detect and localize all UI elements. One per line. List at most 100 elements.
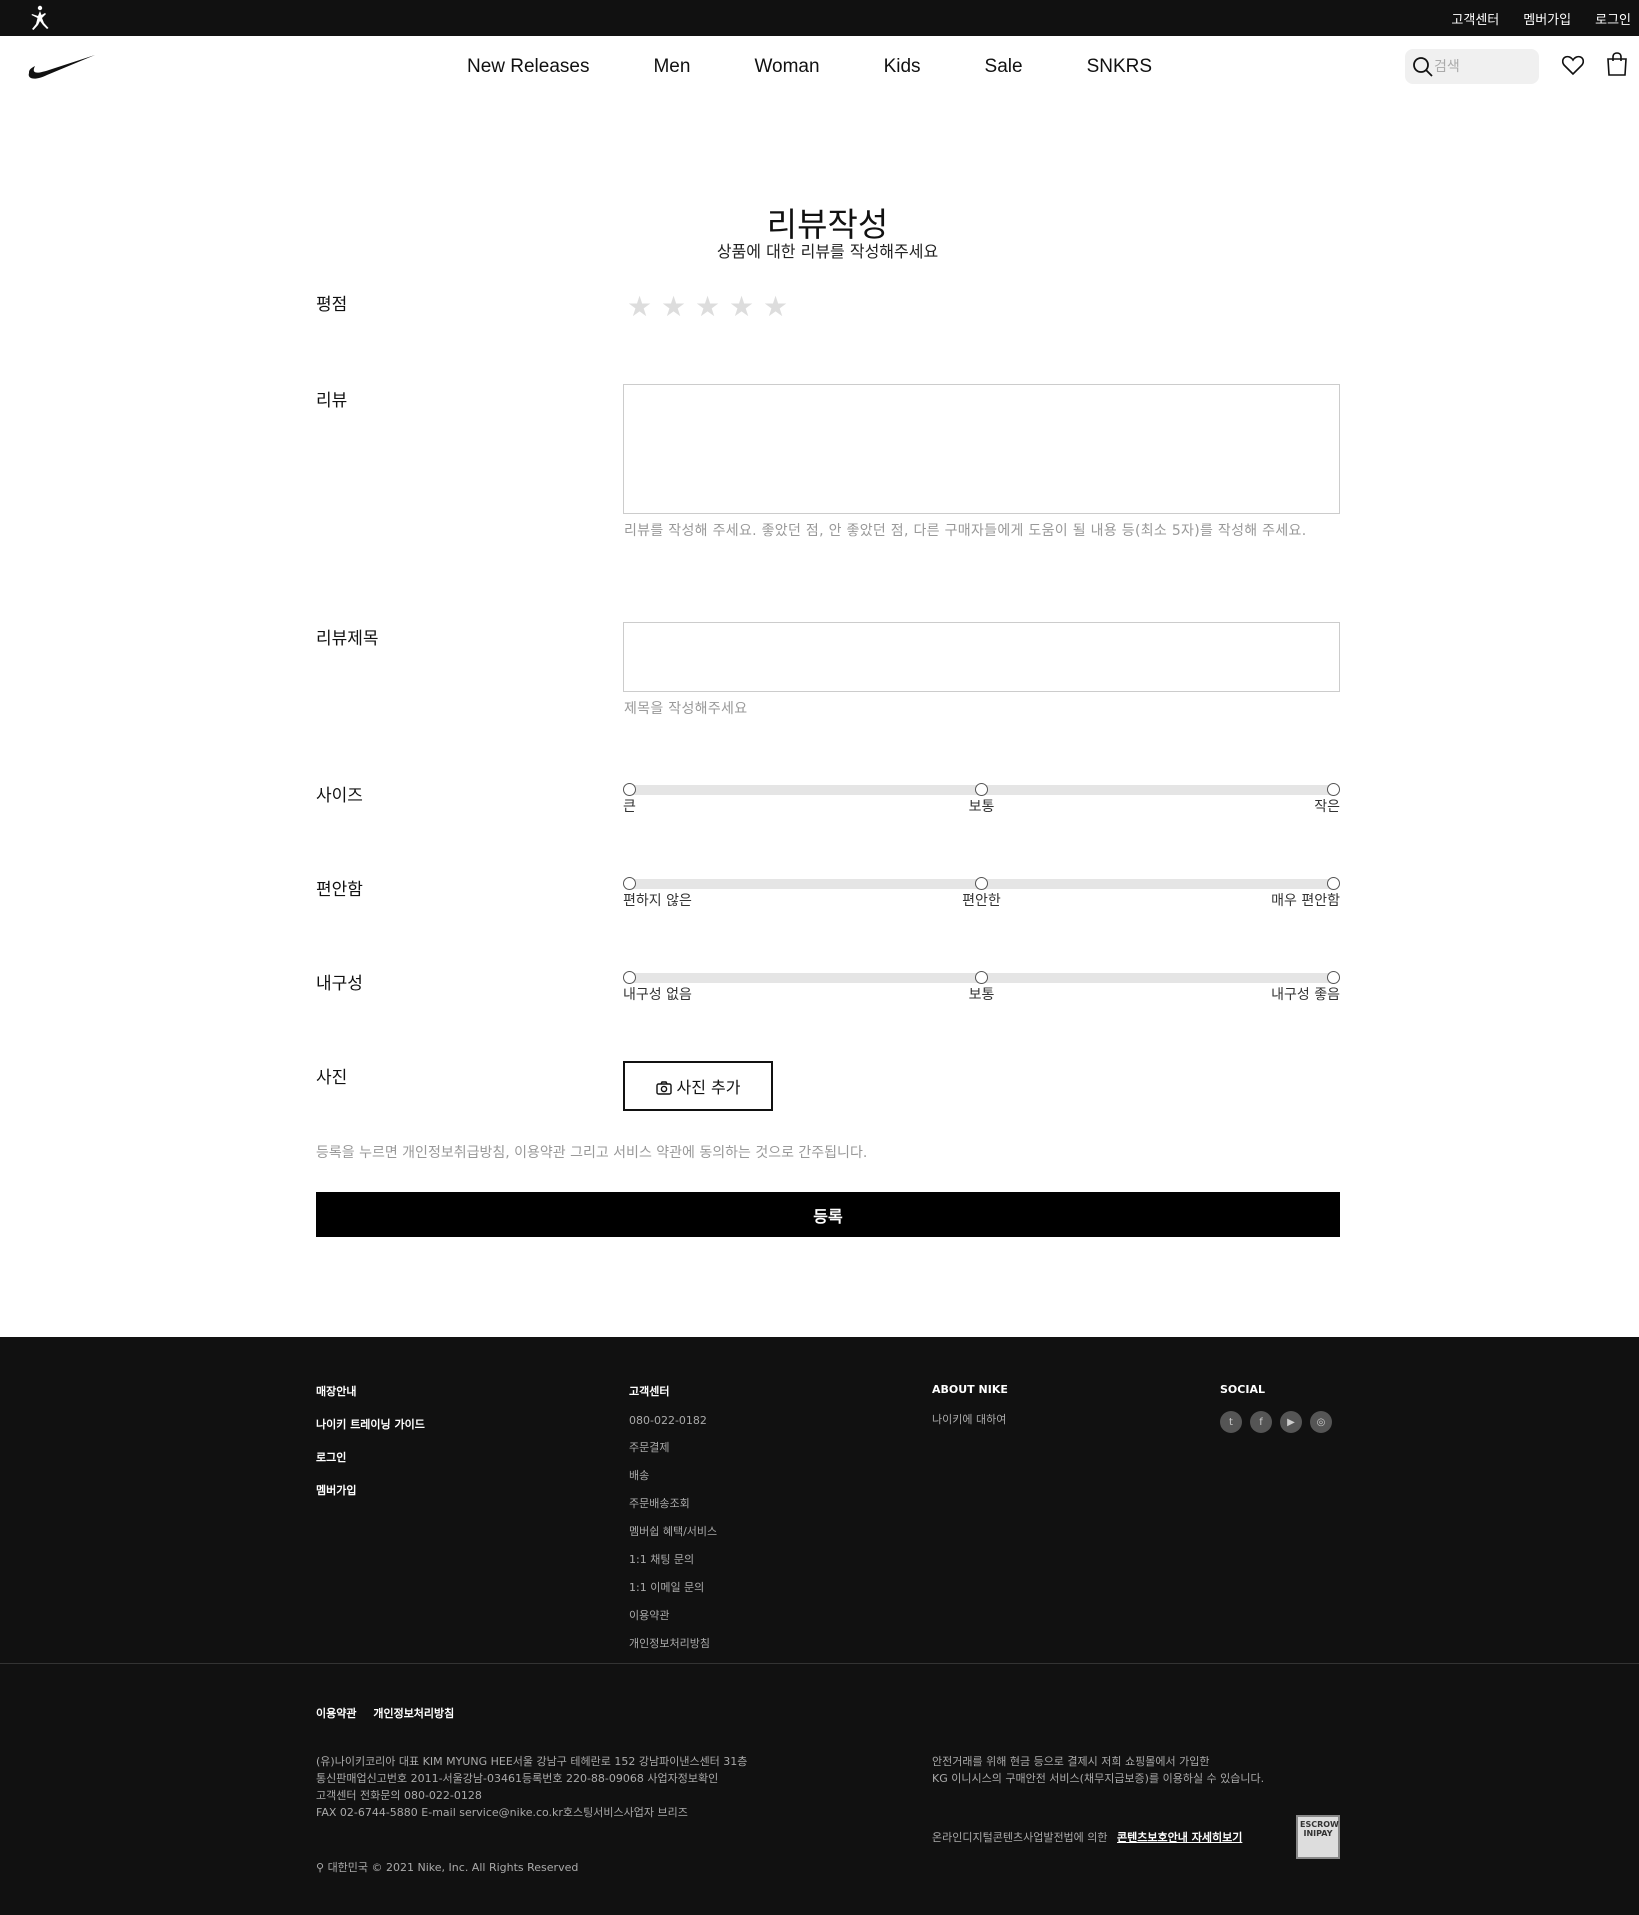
escrow-info: 안전거래를 위해 현금 등으로 결제시 저희 쇼핑몰에서 가입한 KG 이니시스… bbox=[932, 1753, 1264, 1787]
footer-email-link[interactable]: 1:1 이메일 문의 bbox=[629, 1579, 717, 1595]
footer-bottom-privacy-link[interactable]: 개인정보처리방침 bbox=[373, 1707, 454, 1720]
footer-col-social: SOCIAL t f ▶ ◎ bbox=[1220, 1383, 1340, 1433]
review-title-label: 리뷰제목 bbox=[316, 629, 379, 649]
category-menu: New Releases Men Woman Kids Sale SNKRS bbox=[0, 56, 1639, 78]
jordan-logo-icon[interactable] bbox=[26, 4, 54, 32]
main-nav: New Releases Men Woman Kids Sale SNKRS bbox=[0, 36, 1639, 102]
comfort-option-very-comfortable[interactable] bbox=[1327, 877, 1340, 890]
footer-col-customer-center: 고객센터 080-022-0182 주문결제 배송 주문배송조회 멤버쉽 혜택/… bbox=[629, 1383, 717, 1663]
submit-button[interactable]: 등록 bbox=[316, 1192, 1340, 1237]
shopping-bag-icon[interactable] bbox=[1605, 51, 1629, 77]
footer-join-link[interactable]: 멤버가입 bbox=[316, 1482, 425, 1498]
footer-delivery-link[interactable]: 배송 bbox=[629, 1467, 717, 1483]
twitter-icon[interactable]: t bbox=[1220, 1411, 1242, 1433]
durability-option-normal[interactable] bbox=[975, 971, 988, 984]
add-photo-button[interactable]: 사진 추가 bbox=[623, 1061, 773, 1111]
comfort-option-uncomfortable[interactable] bbox=[623, 877, 636, 890]
social-icons: t f ▶ ◎ bbox=[1220, 1411, 1340, 1433]
add-photo-label: 사진 추가 bbox=[676, 1078, 741, 1097]
footer-store-info-link[interactable]: 매장안내 bbox=[316, 1383, 425, 1399]
facebook-icon[interactable]: f bbox=[1250, 1411, 1272, 1433]
durability-option-poor[interactable] bbox=[623, 971, 636, 984]
size-slider[interactable]: 큰 보통 작은 bbox=[623, 779, 1340, 819]
comfort-slider[interactable]: 편하지 않은 편안한 매우 편안함 bbox=[623, 873, 1340, 913]
footer-bottom-links: 이용약관 개인정보처리방침 bbox=[316, 1705, 467, 1721]
star-2-icon[interactable]: ★ bbox=[661, 290, 695, 323]
review-title-input[interactable] bbox=[623, 622, 1340, 692]
login-link[interactable]: 로그인 bbox=[1595, 9, 1631, 28]
menu-new-releases[interactable]: New Releases bbox=[467, 56, 590, 78]
company-info-line: FAX 02-6744-5880 E-mail service@nike.co.… bbox=[316, 1806, 688, 1819]
size-option-small[interactable] bbox=[1327, 783, 1340, 796]
escrow-inipay-badge[interactable]: ESCROW INIPAY bbox=[1296, 1815, 1340, 1859]
camera-icon bbox=[655, 1080, 672, 1095]
star-3-icon[interactable]: ★ bbox=[695, 290, 729, 323]
durability-slider[interactable]: 내구성 없음 보통 내구성 좋음 bbox=[623, 967, 1340, 1007]
copyright-text: 대한민국 © 2021 Nike, Inc. All Rights Reserv… bbox=[327, 1861, 579, 1874]
footer-customer-center-heading: 고객센터 bbox=[629, 1385, 670, 1398]
footer-bottom-terms-link[interactable]: 이용약관 bbox=[316, 1707, 356, 1720]
size-option-normal[interactable] bbox=[975, 783, 988, 796]
star-1-icon[interactable]: ★ bbox=[627, 290, 661, 323]
menu-kids[interactable]: Kids bbox=[884, 56, 921, 78]
page-subtitle: 상품에 대한 리뷰를 작성해주세요 bbox=[716, 242, 939, 261]
youtube-icon[interactable]: ▶ bbox=[1280, 1411, 1302, 1433]
footer-about-nike-link[interactable]: 나이키에 대하여 bbox=[932, 1411, 1008, 1427]
escrow-info-line: 안전거래를 위해 현금 등으로 결제시 저희 쇼핑몰에서 가입한 bbox=[932, 1755, 1210, 1768]
menu-men[interactable]: Men bbox=[653, 56, 690, 78]
size-right-label: 작은 bbox=[1314, 799, 1340, 815]
footer: 매장안내 나이키 트레이닝 가이드 로그인 멤버가입 고객센터 080-022-… bbox=[0, 1337, 1639, 1915]
review-label: 리뷰 bbox=[316, 391, 348, 411]
escrow-info-line: KG 이니시스의 구매안전 서비스(채무지급보증)를 이용하실 수 있습니다. bbox=[932, 1772, 1265, 1785]
terms-agreement-text: 등록을 누르면 개인정보취급방침, 이용약관 그리고 서비스 약관에 동의하는 … bbox=[316, 1145, 868, 1161]
top-utility-bar: 고객센터 멤버가입 로그인 bbox=[0, 0, 1639, 36]
photo-label: 사진 bbox=[316, 1068, 348, 1088]
menu-woman[interactable]: Woman bbox=[754, 56, 819, 78]
search-icon[interactable] bbox=[1412, 56, 1434, 78]
menu-snkrs[interactable]: SNKRS bbox=[1087, 56, 1152, 78]
footer-col-about: ABOUT NIKE 나이키에 대하여 bbox=[932, 1383, 1008, 1439]
wishlist-heart-icon[interactable] bbox=[1561, 53, 1585, 77]
star-5-icon[interactable]: ★ bbox=[763, 290, 797, 323]
instagram-icon[interactable]: ◎ bbox=[1310, 1411, 1332, 1433]
footer-phone-link[interactable]: 080-022-0182 bbox=[629, 1414, 717, 1427]
durability-option-good[interactable] bbox=[1327, 971, 1340, 984]
comfort-right-label: 매우 편안함 bbox=[1271, 893, 1340, 909]
review-title-hint: 제목을 작성해주세요 bbox=[624, 701, 748, 717]
copyright: ⚲ 대한민국 © 2021 Nike, Inc. All Rights Rese… bbox=[316, 1859, 578, 1875]
star-4-icon[interactable]: ★ bbox=[729, 290, 763, 323]
member-join-link[interactable]: 멤버가입 bbox=[1523, 9, 1571, 28]
rating-stars[interactable]: ★ ★ ★ ★ ★ bbox=[627, 290, 797, 323]
size-mid-label: 보통 bbox=[968, 799, 995, 815]
company-info-line: (유)나이키코리아 대표 KIM MYUNG HEE서울 강남구 테헤란로 15… bbox=[316, 1755, 748, 1768]
footer-about-heading: ABOUT NIKE bbox=[932, 1383, 1008, 1396]
review-textarea[interactable] bbox=[623, 384, 1340, 514]
durability-mid-label: 보통 bbox=[968, 987, 995, 1003]
search-input[interactable] bbox=[1434, 58, 1529, 75]
footer-social-heading: SOCIAL bbox=[1220, 1383, 1265, 1396]
footer-membership-link[interactable]: 멤버쉽 혜택/서비스 bbox=[629, 1523, 717, 1539]
footer-divider bbox=[0, 1663, 1639, 1664]
comfort-option-comfortable[interactable] bbox=[975, 877, 988, 890]
footer-col-store: 매장안내 나이키 트레이닝 가이드 로그인 멤버가입 bbox=[316, 1383, 425, 1515]
footer-terms-link[interactable]: 이용약관 bbox=[629, 1607, 717, 1623]
company-info-line: 고객센터 전화문의 080-022-0128 bbox=[316, 1789, 482, 1802]
company-info-line: 통신판매업신고번호 2011-서울강남-03461등록번호 220-88-090… bbox=[316, 1772, 719, 1785]
contents-protection-text: 온라인디지털콘텐츠사업발전법에 의한 bbox=[932, 1831, 1108, 1844]
comfort-mid-label: 편안한 bbox=[962, 893, 1001, 909]
footer-order-tracking-link[interactable]: 주문배송조회 bbox=[629, 1495, 717, 1511]
footer-login-link[interactable]: 로그인 bbox=[316, 1449, 425, 1465]
customer-center-link[interactable]: 고객센터 bbox=[1451, 9, 1499, 28]
contents-protection-link[interactable]: 콘텐츠보호안내 자세히보기 bbox=[1117, 1831, 1242, 1844]
durability-label: 내구성 bbox=[316, 974, 363, 994]
comfort-label: 편안함 bbox=[316, 880, 363, 900]
search-box[interactable] bbox=[1405, 49, 1539, 84]
location-pin-icon: ⚲ bbox=[316, 1861, 325, 1874]
footer-privacy-link[interactable]: 개인정보처리방침 bbox=[629, 1635, 717, 1651]
footer-training-guide-link[interactable]: 나이키 트레이닝 가이드 bbox=[316, 1416, 425, 1432]
menu-sale[interactable]: Sale bbox=[985, 56, 1023, 78]
size-option-large[interactable] bbox=[623, 783, 636, 796]
rating-label: 평점 bbox=[316, 295, 348, 315]
footer-chat-link[interactable]: 1:1 채팅 문의 bbox=[629, 1551, 717, 1567]
footer-order-payment-link[interactable]: 주문결제 bbox=[629, 1439, 717, 1455]
